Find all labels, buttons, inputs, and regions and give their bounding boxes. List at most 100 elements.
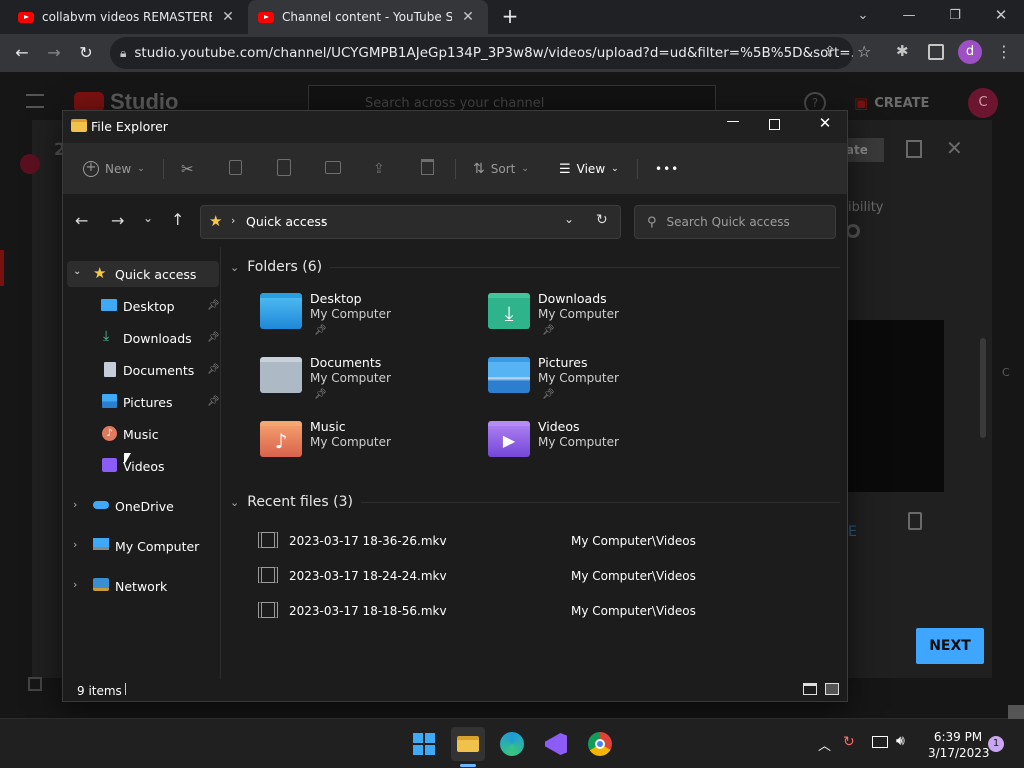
- visual-studio-icon[interactable]: [539, 727, 573, 761]
- refresh-icon[interactable]: ↻: [596, 212, 608, 228]
- link-fragment[interactable]: E: [848, 524, 857, 540]
- feedback-icon[interactable]: [906, 140, 922, 158]
- chevron-down-icon[interactable]: ⌄: [564, 212, 574, 226]
- recent-file-row[interactable]: 2023-03-17 18-18-56.mkv My Computer\Vide…: [258, 598, 818, 626]
- folder-tile-downloads[interactable]: ⤓ Downloads My Computer 📌︎: [488, 291, 698, 347]
- side-panel-icon[interactable]: [928, 44, 944, 60]
- sidebar-item-pictures[interactable]: Pictures 📌︎: [67, 389, 220, 415]
- folder-tile-videos[interactable]: ▶ Videos My Computer: [488, 419, 698, 475]
- file-explorer-taskbar-icon[interactable]: [451, 727, 485, 761]
- browser-tab-active[interactable]: Channel content - YouTube Studi ✕: [248, 0, 488, 34]
- pin-icon[interactable]: 📌︎: [207, 300, 220, 311]
- url-field[interactable]: 🔒︎ studio.youtube.com/channel/UCYGMPB1AJ…: [110, 37, 853, 69]
- breadcrumb-quick-access[interactable]: Quick access: [246, 214, 327, 229]
- tab-close-icon[interactable]: ✕: [460, 9, 476, 25]
- folder-name: Pictures: [538, 355, 588, 370]
- sidebar-item-label: Network: [115, 579, 168, 594]
- radio-icon[interactable]: [846, 224, 860, 238]
- paste-icon[interactable]: [277, 159, 291, 176]
- show-desktop-button[interactable]: [1008, 705, 1024, 719]
- chrome-icon[interactable]: [583, 727, 617, 761]
- minimize-icon[interactable]: —: [886, 0, 932, 30]
- see-more-button[interactable]: •••: [655, 157, 679, 181]
- chevron-down-icon: ⌄: [611, 164, 619, 174]
- folder-tile-pictures[interactable]: Pictures My Computer 📌︎: [488, 355, 698, 411]
- notification-badge[interactable]: 1: [988, 736, 1004, 752]
- folders-section-header[interactable]: ⌄ Folders (6): [230, 259, 840, 275]
- back-icon[interactable]: ←: [10, 42, 34, 64]
- sidebar-item-documents[interactable]: Documents 📌︎: [67, 357, 220, 383]
- profile-avatar[interactable]: d: [958, 40, 982, 64]
- sidebar-item-music[interactable]: ♪ Music: [67, 421, 219, 447]
- recent-section-header[interactable]: ⌄ Recent files (3): [230, 494, 840, 510]
- sidebar-item-downloads[interactable]: ⤓ Downloads 📌︎: [67, 325, 220, 351]
- youtube-icon: [258, 11, 274, 23]
- vs-logo: [545, 733, 567, 755]
- channel-avatar[interactable]: C: [968, 88, 998, 118]
- forward-icon[interactable]: →: [42, 42, 66, 64]
- sort-button[interactable]: ⇅ Sort ⌄: [473, 157, 529, 181]
- search-input[interactable]: ⚲ Search Quick access: [634, 205, 836, 239]
- share-icon[interactable]: ⇪: [824, 44, 836, 60]
- tab-close-icon[interactable]: ✕: [220, 9, 236, 25]
- video-icon: [102, 458, 117, 472]
- sidebar-item-my-computer[interactable]: › My Computer: [67, 533, 219, 559]
- create-button[interactable]: ▣ CREATE: [854, 92, 942, 114]
- clock[interactable]: 6:39 PM 3/17/2023: [928, 729, 990, 761]
- recent-file-row[interactable]: 2023-03-17 18-36-26.mkv My Computer\Vide…: [258, 528, 818, 556]
- browser-tab[interactable]: collabvm videos REMASTERED - ✕: [8, 0, 248, 34]
- scrollbar[interactable]: [980, 338, 986, 438]
- bookmark-star-icon[interactable]: ☆: [857, 42, 871, 61]
- network-monitor-icon[interactable]: [872, 736, 888, 748]
- rename-icon[interactable]: [325, 161, 341, 174]
- restore-icon[interactable]: ❐: [932, 0, 978, 30]
- view-label: View: [576, 162, 606, 176]
- menu-kebab-icon[interactable]: ⋮: [996, 42, 1012, 61]
- forward-icon[interactable]: →: [111, 211, 124, 230]
- volume-icon[interactable]: 🔊︎: [896, 733, 905, 749]
- copy-icon[interactable]: [229, 160, 242, 175]
- maximize-icon[interactable]: [769, 119, 780, 130]
- close-icon[interactable]: ✕: [978, 0, 1024, 30]
- tiles-view-icon[interactable]: [825, 683, 839, 695]
- recent-locations-icon[interactable]: ⌄: [143, 211, 153, 225]
- start-icon[interactable]: [407, 727, 441, 761]
- show-hidden-icons[interactable]: ︿: [818, 735, 831, 754]
- sidebar-item-onedrive[interactable]: › OneDrive: [67, 493, 219, 519]
- folder-tile-desktop[interactable]: Desktop My Computer 📌︎: [260, 291, 470, 347]
- tab-search-icon[interactable]: ⌄: [840, 0, 886, 30]
- pin-icon[interactable]: 📌︎: [207, 332, 220, 343]
- new-button[interactable]: + New ⌄: [83, 157, 145, 181]
- view-button[interactable]: ☰ View ⌄: [559, 157, 619, 181]
- rail-feedback-icon[interactable]: [28, 677, 42, 691]
- extensions-icon[interactable]: ✱: [896, 42, 909, 60]
- next-button[interactable]: NEXT: [916, 628, 984, 664]
- picture-icon: [102, 394, 117, 408]
- sidebar-item-network[interactable]: › Network: [67, 573, 219, 599]
- address-path-field[interactable]: ★ › Quick access › ⌄ ↻: [200, 205, 621, 239]
- close-icon[interactable]: ✕: [811, 114, 839, 138]
- recent-file-row[interactable]: 2023-03-17 18-24-24.mkv My Computer\Vide…: [258, 563, 818, 591]
- sidebar-item-desktop[interactable]: Desktop 📌︎: [67, 293, 220, 319]
- edge-icon[interactable]: [495, 727, 529, 761]
- copy-icon[interactable]: [908, 512, 922, 530]
- dialog-close-icon[interactable]: ✕: [946, 136, 963, 160]
- star-icon: ★: [209, 212, 223, 230]
- folder-tile-documents[interactable]: Documents My Computer 📌︎: [260, 355, 470, 411]
- cut-icon[interactable]: ✂: [181, 157, 194, 181]
- share-icon[interactable]: ⇪: [373, 157, 385, 181]
- up-icon[interactable]: ↑: [171, 210, 184, 229]
- folder-tile-music[interactable]: ♪ Music My Computer: [260, 419, 470, 475]
- sidebar-item-quick-access[interactable]: ⌄ ★ Quick access: [67, 261, 219, 287]
- new-tab-button[interactable]: +: [498, 4, 522, 30]
- pin-icon[interactable]: 📌︎: [207, 364, 220, 375]
- pin-icon[interactable]: 📌︎: [207, 396, 220, 407]
- details-view-icon[interactable]: [803, 683, 817, 695]
- sidebar-item-videos[interactable]: Videos: [67, 453, 219, 479]
- hamburger-menu-icon[interactable]: [26, 94, 44, 108]
- back-icon[interactable]: ←: [75, 211, 88, 230]
- delete-icon[interactable]: [421, 159, 434, 175]
- sync-alert-icon[interactable]: ↻: [843, 734, 855, 750]
- reload-icon[interactable]: ↻: [74, 42, 98, 64]
- minimize-icon[interactable]: —: [719, 114, 747, 138]
